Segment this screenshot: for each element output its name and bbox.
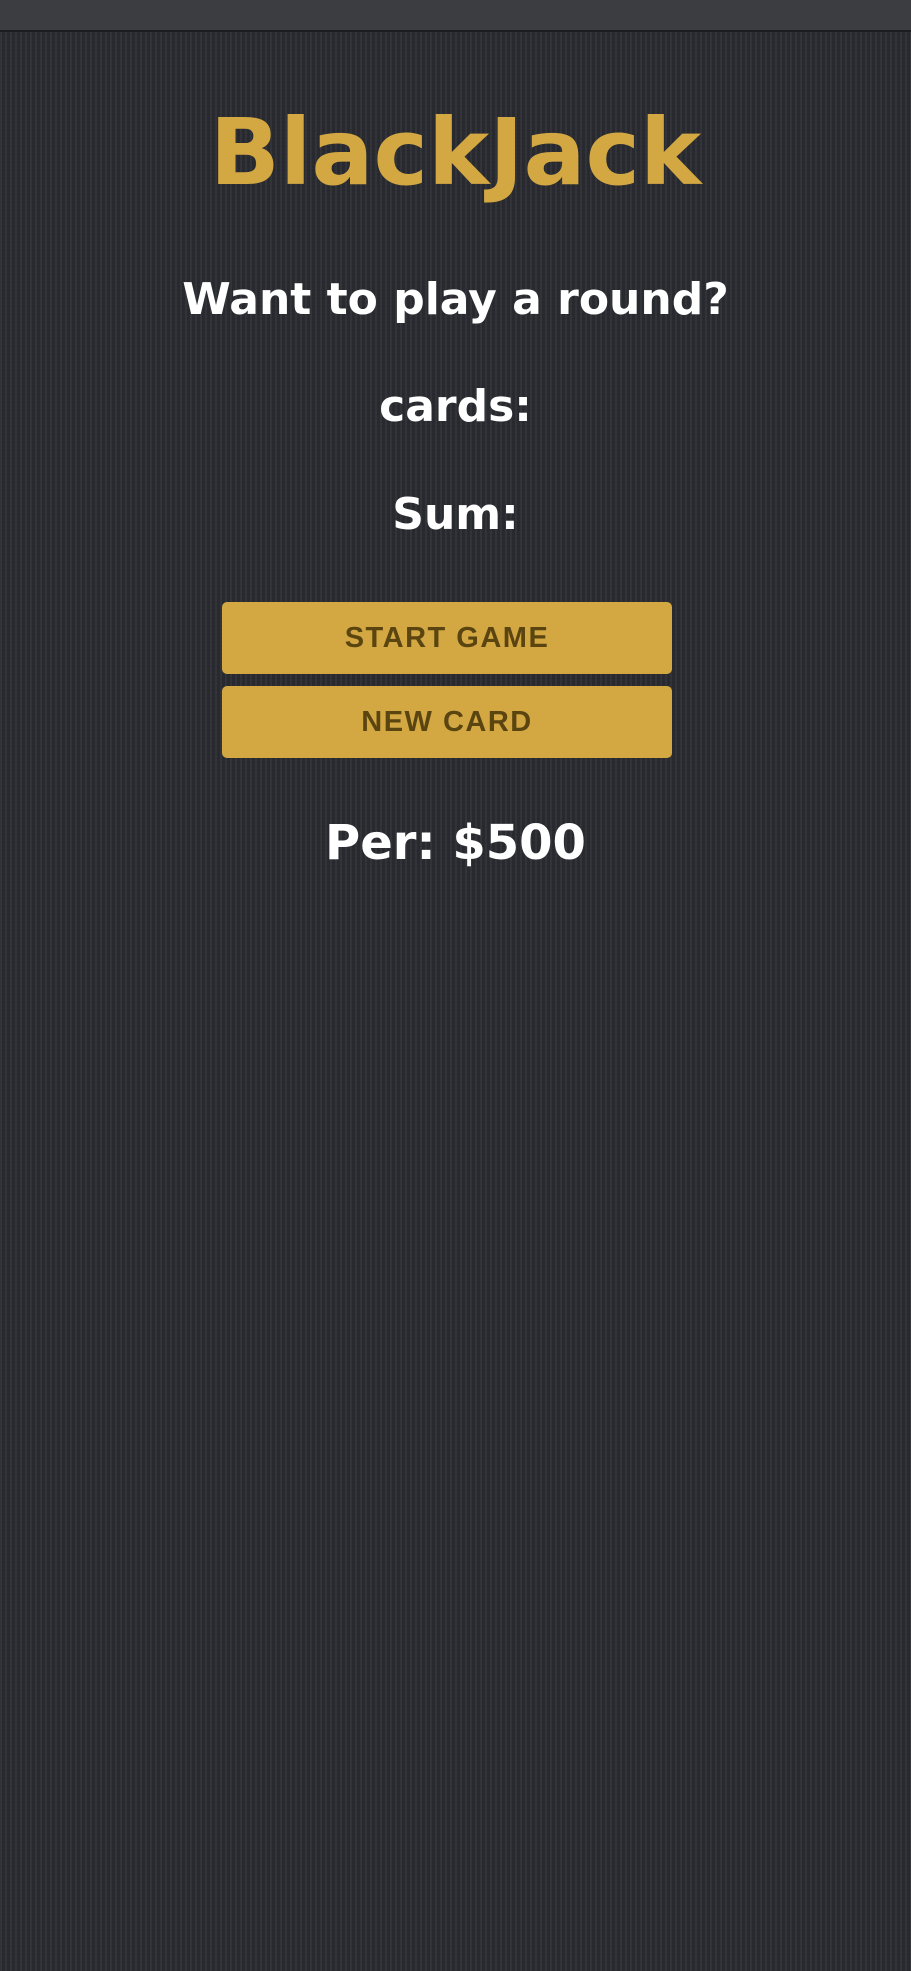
cards-text: cards: <box>379 381 532 432</box>
start-game-button[interactable]: START GAME <box>222 602 672 674</box>
new-card-button[interactable]: NEW CARD <box>222 686 672 758</box>
sum-text: Sum: <box>392 489 519 540</box>
message-text: Want to play a round? <box>182 274 729 325</box>
player-info: Per: $500 <box>325 815 586 871</box>
window-top-bar <box>0 0 911 32</box>
game-title: BlackJack <box>209 99 702 206</box>
